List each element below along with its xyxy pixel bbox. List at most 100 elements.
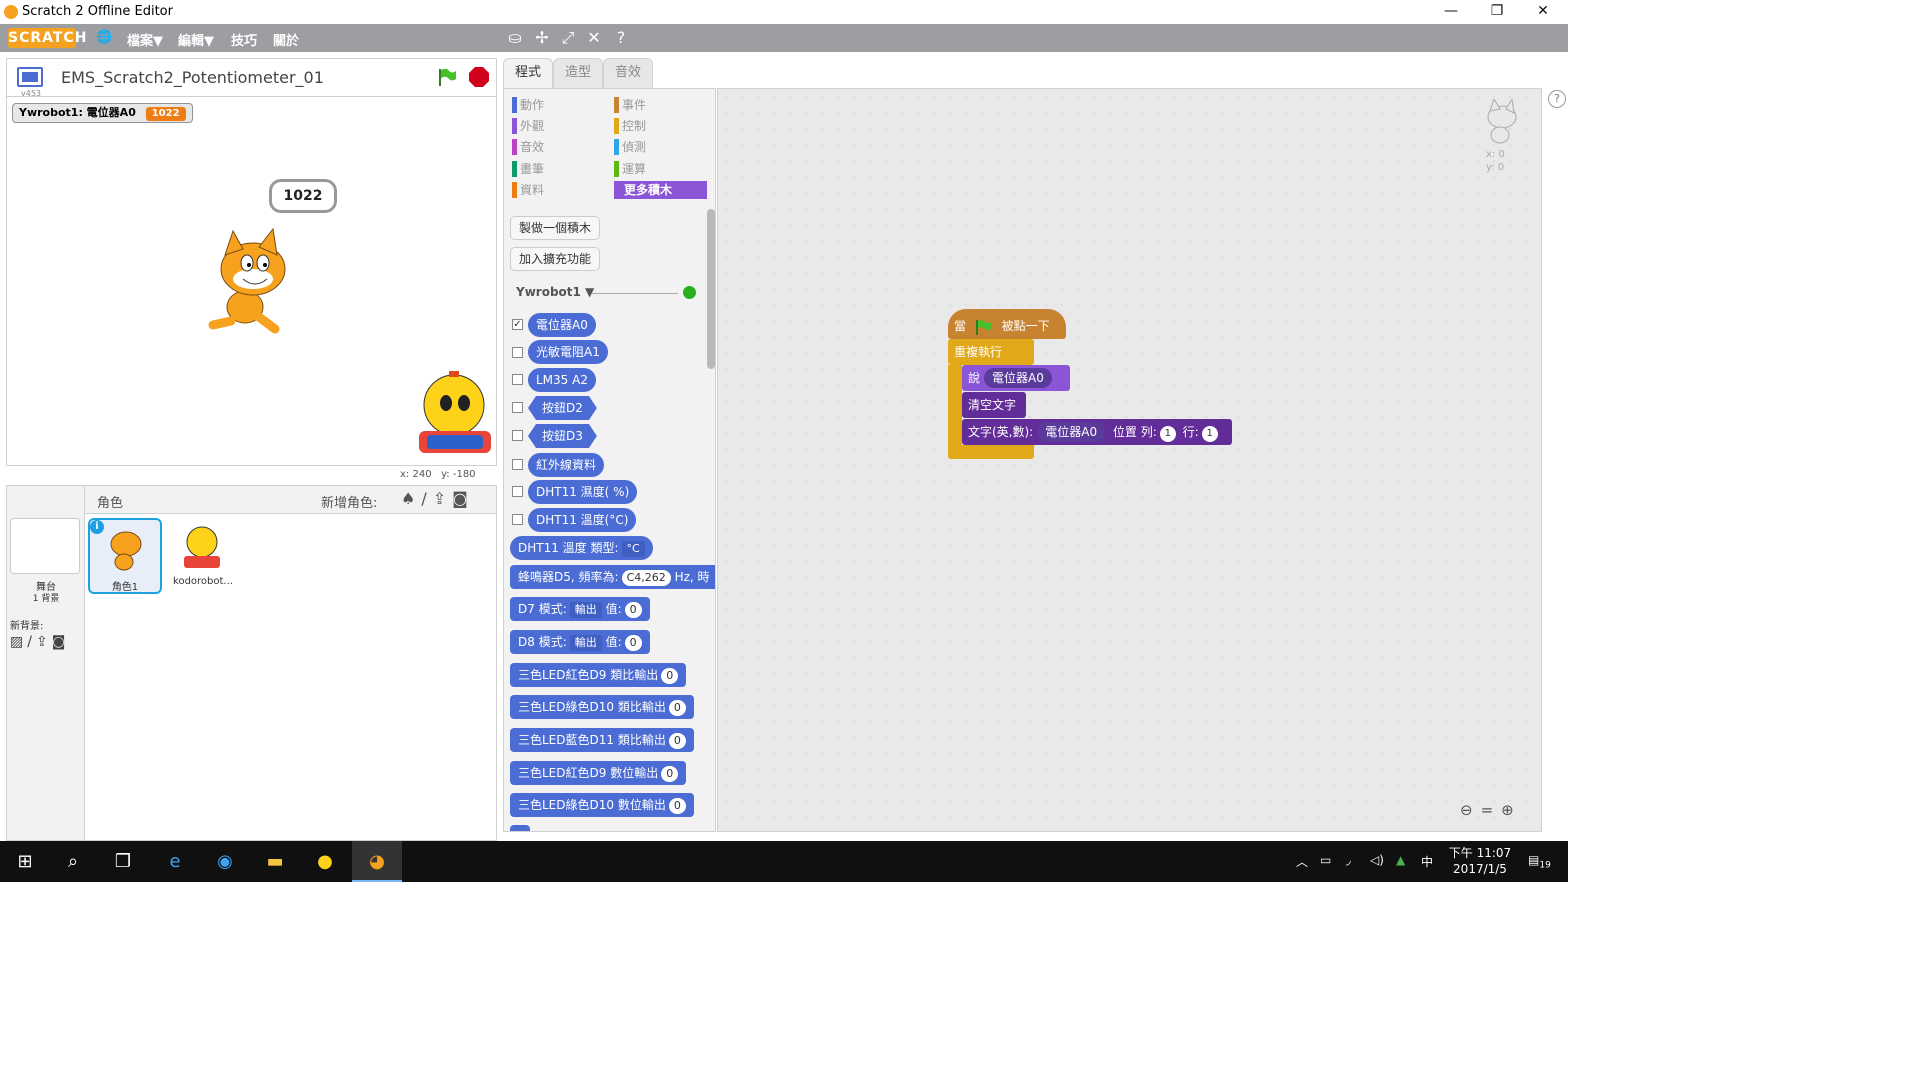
extension-name[interactable]: Ywrobot1 ▼ <box>516 285 594 299</box>
block-buzzer-d5[interactable]: 蜂鳴器D5, 頻率為: C4,262 Hz, 時 <box>510 565 715 589</box>
add-extension-button[interactable]: 加入擴充功能 <box>510 247 601 271</box>
block-dht11-temp[interactable]: DHT11 溫度(°C) <box>528 508 637 532</box>
tray-chevron-icon[interactable]: ︿ <box>1296 853 1308 870</box>
task-view-icon[interactable]: ❐ <box>98 841 148 882</box>
green-flag-icon[interactable] <box>437 67 457 87</box>
block-led-green-d10-digital[interactable]: 三色LED綠色D10 數位輸出 0 <box>510 793 694 817</box>
category-events[interactable]: 事件 <box>614 97 704 113</box>
block-partial[interactable] <box>510 825 530 831</box>
tab-sounds[interactable]: 音效 <box>603 58 653 88</box>
camera-sprite-icon[interactable]: ◙ <box>452 489 474 508</box>
block-potentiometer-a0[interactable]: 電位器A0 <box>528 313 596 337</box>
volume-icon[interactable]: ◁) <box>1370 853 1384 867</box>
block-button-d3[interactable]: 按鈕D3 <box>528 424 597 448</box>
palette-scrollbar[interactable] <box>707 209 715 369</box>
variable-monitor[interactable]: Ywrobot1: 電位器A0 1022 <box>12 103 193 123</box>
block-dht11-temp-type[interactable]: DHT11 溫度 類型: °C <box>510 536 653 560</box>
col-input[interactable]: 1 <box>1201 426 1218 442</box>
text-arg-reporter[interactable]: 電位器A0 <box>1037 422 1106 442</box>
block-led-red-d9-digital[interactable]: 三色LED紅色D9 數位輸出 0 <box>510 761 687 785</box>
block-dht11-humidity[interactable]: DHT11 濕度( %) <box>528 480 638 504</box>
category-pen[interactable]: 畫筆 <box>512 161 602 177</box>
block-photoresistor-a1[interactable]: 光敏電阻A1 <box>528 340 608 364</box>
tab-costumes[interactable]: 造型 <box>553 58 603 88</box>
sprite-tile-kodorobot[interactable]: kodorobot... <box>166 518 240 594</box>
category-motion[interactable]: 動作 <box>512 97 602 113</box>
zoom-in-icon[interactable]: ⊕ <box>1501 801 1522 819</box>
d7-mode-dropdown[interactable]: 輸出 <box>569 602 602 618</box>
block-lm35-a2[interactable]: LM35 A2 <box>528 368 596 392</box>
sprite-tile-cat[interactable]: i 角色1 <box>88 518 162 594</box>
ime-indicator[interactable]: 中 <box>1421 853 1433 870</box>
kodorobot-sprite[interactable] <box>411 369 497 465</box>
edge-browser-icon[interactable]: e <box>150 841 200 882</box>
category-control[interactable]: 控制 <box>614 118 704 134</box>
category-sound[interactable]: 音效 <box>512 139 602 155</box>
block-led-red-d9-analog[interactable]: 三色LED紅色D9 類比輸出 0 <box>510 663 687 687</box>
help-icon[interactable]: ? <box>612 29 630 47</box>
say-block[interactable]: 說電位器A0 <box>962 365 1070 391</box>
upload-icon[interactable]: ⇪ <box>36 634 52 650</box>
duplicate-stamp-icon[interactable]: ⛀ <box>506 29 524 47</box>
display-text-block[interactable]: 文字(英,數): 電位器A0 位置 列: 1 行: 1 <box>962 419 1232 445</box>
d7-value-input[interactable]: 0 <box>624 602 642 618</box>
fullscreen-icon[interactable] <box>17 67 43 87</box>
led-value-input[interactable]: 0 <box>661 668 679 684</box>
sprite-library-icon[interactable]: ♠ <box>401 489 421 508</box>
paint-sprite-icon[interactable]: / <box>421 489 432 508</box>
d8-mode-dropdown[interactable]: 輸出 <box>569 635 602 651</box>
scratch-logo[interactable]: SCRATCH <box>8 28 86 48</box>
upload-sprite-icon[interactable]: ⇪ <box>433 489 452 508</box>
block-d8-mode[interactable]: D8 模式: 輸出 值: 0 <box>510 630 650 654</box>
checkbox-photoresistor[interactable] <box>512 347 523 358</box>
file-menu[interactable]: 檔案▼ <box>127 30 163 49</box>
search-icon[interactable]: ⌕ <box>48 841 98 882</box>
clock[interactable]: 下午 11:07 2017/1/5 <box>1440 845 1520 877</box>
scratch-taskbar-icon[interactable]: ◕ <box>352 841 402 882</box>
temp-type-dropdown[interactable]: °C <box>621 541 645 557</box>
stage-thumbnail[interactable] <box>10 518 80 574</box>
make-block-button[interactable]: 製做一個積木 <box>510 216 601 240</box>
close-button[interactable]: ✕ <box>1520 0 1566 24</box>
led-value-input[interactable]: 0 <box>668 733 686 749</box>
led-value-dropdown[interactable]: 0 <box>661 766 679 782</box>
forever-block[interactable]: 重複執行 <box>948 339 1034 365</box>
zoom-app-icon[interactable]: ◉ <box>200 841 250 882</box>
block-ir-data[interactable]: 紅外線資料 <box>528 453 605 477</box>
checkbox-lm35[interactable] <box>512 374 523 385</box>
checkbox-dht11-humidity[interactable] <box>512 486 523 497</box>
block-led-blue-d11-analog[interactable]: 三色LED藍色D11 類比輸出 0 <box>510 728 694 752</box>
block-d7-mode[interactable]: D7 模式: 輸出 值: 0 <box>510 597 650 621</box>
notifications-icon[interactable]: ▤19 <box>1528 853 1551 870</box>
checkbox-button-d3[interactable] <box>512 430 523 441</box>
stage-canvas[interactable]: Ywrobot1: 電位器A0 1022 1022 <box>6 96 497 466</box>
stop-sign-icon[interactable] <box>469 67 489 87</box>
tips-menu[interactable]: 技巧 <box>231 30 257 49</box>
about-menu[interactable]: 關於 <box>273 30 299 49</box>
zoom-out-icon[interactable]: ⊖ <box>1460 801 1481 819</box>
drive-sync-icon[interactable]: ▲ <box>1396 853 1405 867</box>
row-input[interactable]: 1 <box>1159 426 1176 442</box>
paint-backdrop-icon[interactable]: ▨ <box>10 634 27 650</box>
project-title[interactable]: EMS_Scratch2_Potentiometer_01 <box>61 68 324 87</box>
minimize-button[interactable]: — <box>1428 0 1474 24</box>
category-sensing[interactable]: 偵測 <box>614 139 704 155</box>
checkbox-button-d2[interactable] <box>512 402 523 413</box>
windows-start-icon[interactable]: ⊞ <box>0 841 50 882</box>
category-data[interactable]: 資料 <box>512 182 602 198</box>
when-flag-clicked-block[interactable]: 當 被點一下 <box>948 309 1066 339</box>
checkbox-dht11-temp[interactable] <box>512 514 523 525</box>
maximize-button[interactable]: ❐ <box>1474 0 1520 24</box>
tab-scripts[interactable]: 程式 <box>503 58 553 88</box>
edit-menu[interactable]: 編輯▼ <box>178 30 214 49</box>
category-looks[interactable]: 外觀 <box>512 118 602 134</box>
clear-text-block[interactable]: 清空文字 <box>962 392 1026 418</box>
battery-icon[interactable]: ▭ <box>1320 853 1331 867</box>
help-tips-icon[interactable]: ? <box>1548 90 1566 108</box>
checkbox-potentiometer[interactable]: ✓ <box>512 319 523 330</box>
info-icon[interactable]: i <box>90 520 104 534</box>
camera-icon[interactable]: ◙ <box>52 634 70 650</box>
category-operators[interactable]: 運算 <box>614 161 704 177</box>
category-more-blocks[interactable]: 更多積木 <box>614 181 707 199</box>
shrink-icon[interactable]: ✕ <box>585 29 603 47</box>
